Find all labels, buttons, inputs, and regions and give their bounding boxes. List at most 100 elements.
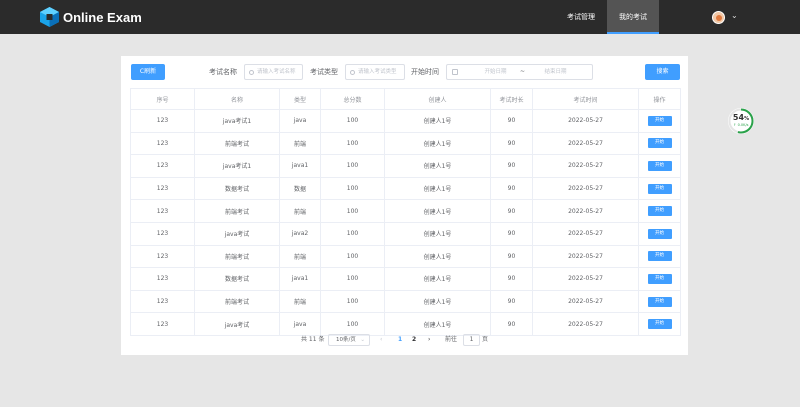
exam-name-placeholder: 请输入考试名称 [257,69,296,75]
app-title: Online Exam [63,9,142,25]
table-row: 123 前端考试 前端 100 创建人1号 90 2022-05-27 开始 [130,199,681,223]
exam-type-placeholder: 请输入考试类型 [358,69,397,75]
exam-type-input[interactable]: 请输入考试类型 [345,64,405,80]
page-2-button[interactable]: 2 [412,334,416,346]
prev-page-button[interactable]: ‹ [380,334,382,346]
cell-exam-time: 2022-05-27 [532,221,639,246]
cell-total-score: 100 [320,244,385,269]
start-exam-button[interactable]: 开始 [647,319,672,330]
cell-duration: 90 [490,312,533,336]
top-navbar: Online Exam 考试管理 我的考试 ⌄ [0,0,800,34]
nav-my-exams[interactable]: 我的考试 [607,0,659,34]
refresh-button[interactable]: C刷新 [131,64,165,80]
cell-name: java考试1 [194,109,280,133]
start-exam-button[interactable]: 开始 [647,115,672,126]
header-creator: 创建人 [384,88,491,110]
cell-actions: 开始 [638,131,681,156]
speed-progress-widget[interactable]: 54% ↑ 0.0K/s [728,108,754,134]
header-duration: 考试时长 [490,88,533,110]
cell-actions: 开始 [638,176,681,201]
cell-actions: 开始 [638,267,681,291]
cell-creator: 创建人1号 [384,154,491,178]
cell-exam-time: 2022-05-27 [532,267,639,291]
search-button[interactable]: 搜索 [645,64,680,80]
cell-duration: 90 [490,154,533,178]
end-date-input[interactable]: 结束日期 [533,65,578,79]
page-suffix-label: 页 [482,336,489,343]
app-logo[interactable]: Online Exam [40,7,142,27]
page-size-select[interactable]: 10条/页 ⌄ [328,334,370,346]
cell-duration: 90 [490,199,533,223]
exam-name-label: 考试名称 [209,68,237,76]
cell-type: java [279,312,321,336]
table-row: 123 java考试1 java 100 创建人1号 90 2022-05-27 开始 [130,109,681,133]
cell-name: 数据考试 [194,176,280,201]
cell-creator: 创建人1号 [384,289,491,314]
cell-index: 123 [130,267,195,291]
table-row: 123 前端考试 前端 100 创建人1号 90 2022-05-27 开始 [130,289,681,314]
cell-index: 123 [130,244,195,269]
start-exam-button[interactable]: 开始 [647,296,672,307]
cell-actions: 开始 [638,312,681,336]
cell-exam-time: 2022-05-27 [532,312,639,336]
calendar-icon [452,69,458,75]
cell-creator: 创建人1号 [384,244,491,269]
cell-duration: 90 [490,131,533,156]
cell-total-score: 100 [320,109,385,133]
cell-duration: 90 [490,267,533,291]
cell-type: 前端 [279,199,321,223]
cell-index: 123 [130,289,195,314]
cell-total-score: 100 [320,154,385,178]
cell-total-score: 100 [320,289,385,314]
cell-total-score: 100 [320,267,385,291]
search-icon [350,70,355,75]
cell-duration: 90 [490,221,533,246]
next-page-button[interactable]: › [428,334,430,346]
table-row: 123 前端考试 前端 100 创建人1号 90 2022-05-27 开始 [130,131,681,156]
page-1-button[interactable]: 1 [398,334,402,346]
cell-exam-time: 2022-05-27 [532,289,639,314]
chevron-down-icon[interactable]: ⌄ [731,11,738,20]
start-exam-button[interactable]: 开始 [647,228,672,239]
cell-creator: 创建人1号 [384,199,491,223]
nav-exam-management[interactable]: 考试管理 [555,0,607,34]
start-exam-button[interactable]: 开始 [647,206,672,217]
start-exam-button[interactable]: 开始 [647,251,672,262]
cell-type: 前端 [279,244,321,269]
date-range-picker[interactable]: 开始日期 ~ 结束日期 [446,64,593,80]
exam-table: 序号 名称 类型 总分数 创建人 考试时长 考试时间 操作 123 java考试1… [130,88,681,336]
cell-type: java1 [279,154,321,178]
cell-actions: 开始 [638,289,681,314]
table-row: 123 java考试1 java1 100 创建人1号 90 2022-05-27 开始 [130,154,681,178]
start-exam-button[interactable]: 开始 [647,273,672,284]
progress-subtext: ↑ 0.0K/s [733,123,749,127]
header-exam-time: 考试时间 [532,88,639,110]
start-exam-button[interactable]: 开始 [647,138,672,149]
start-date-input[interactable]: 开始日期 [473,65,518,79]
cell-creator: 创建人1号 [384,312,491,336]
cell-index: 123 [130,109,195,133]
cell-creator: 创建人1号 [384,131,491,156]
cell-creator: 创建人1号 [384,176,491,201]
cell-duration: 90 [490,109,533,133]
range-separator: ~ [520,68,526,75]
cell-total-score: 100 [320,221,385,246]
start-exam-button[interactable]: 开始 [647,160,672,171]
avatar[interactable] [712,11,725,24]
cell-index: 123 [130,131,195,156]
cell-exam-time: 2022-05-27 [532,176,639,201]
cell-total-score: 100 [320,131,385,156]
goto-page-input[interactable]: 1 [463,334,480,346]
cell-total-score: 100 [320,312,385,336]
cell-type: 前端 [279,289,321,314]
cell-index: 123 [130,199,195,223]
cell-name: 前端考试 [194,289,280,314]
exam-name-input[interactable]: 请输入考试名称 [244,64,303,80]
table-row: 123 数据考试 数据 100 创建人1号 90 2022-05-27 开始 [130,176,681,201]
table-row: 123 数据考试 java1 100 创建人1号 90 2022-05-27 开始 [130,267,681,291]
start-exam-button[interactable]: 开始 [647,183,672,194]
cell-type: 前端 [279,131,321,156]
cell-duration: 90 [490,176,533,201]
cell-exam-time: 2022-05-27 [532,154,639,178]
header-total-score: 总分数 [320,88,385,110]
